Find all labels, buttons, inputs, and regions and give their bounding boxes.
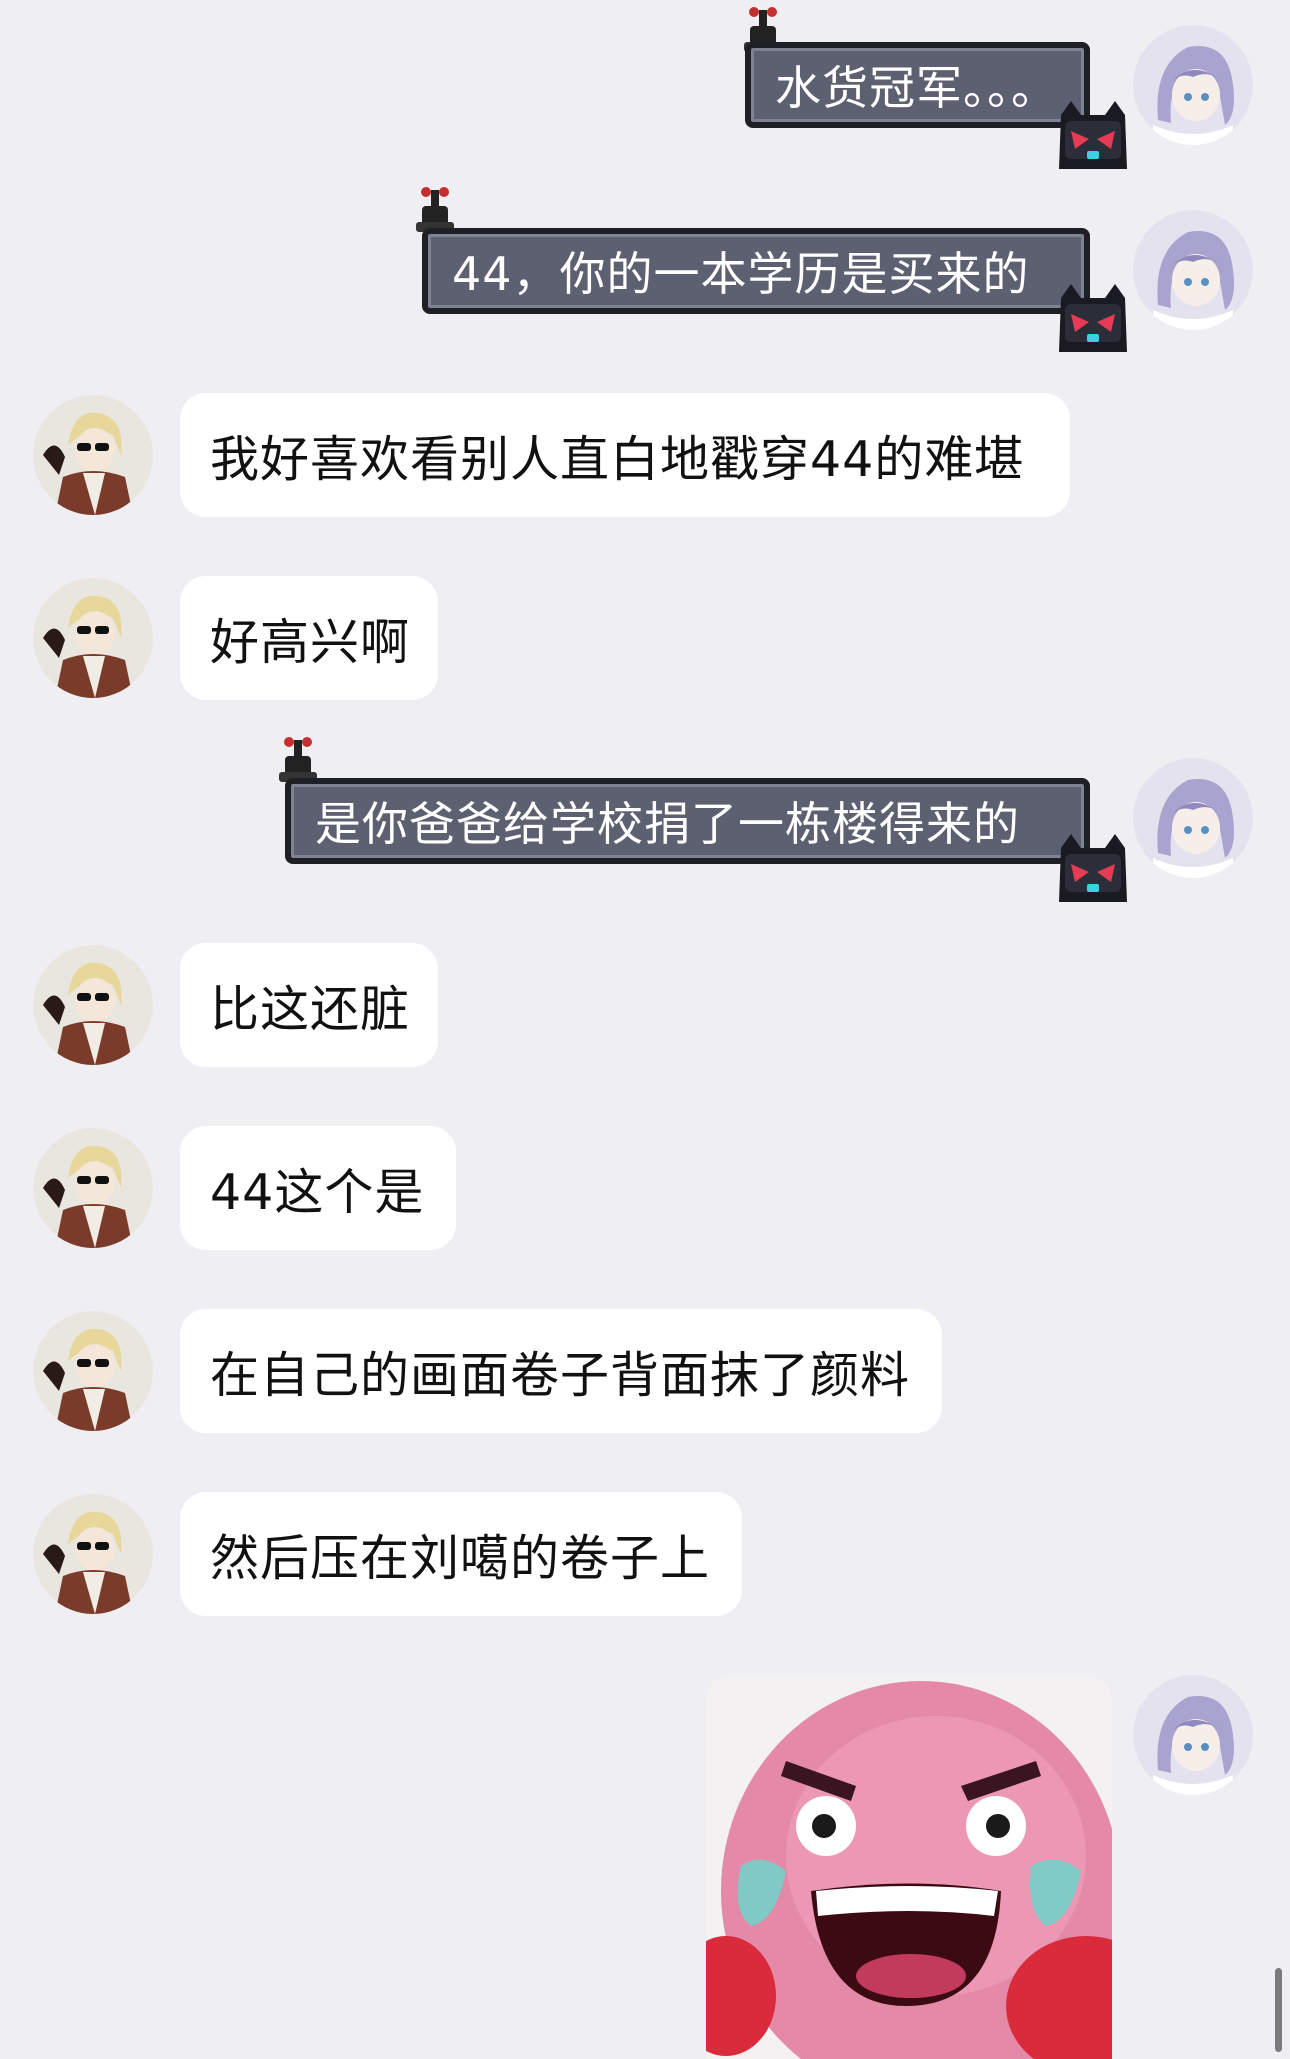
message-text: 比这还脏 <box>210 980 411 1038</box>
message-bubble-dark[interactable]: 水货冠军。。。 <box>745 42 1090 128</box>
message-bubble[interactable]: 在自己的画面卷子背面抹了颜料 <box>180 1309 942 1433</box>
self-avatar[interactable] <box>1133 25 1253 145</box>
contact-avatar[interactable] <box>33 395 153 515</box>
message-bubble[interactable]: 44这个是 <box>180 1126 456 1250</box>
contact-avatar[interactable] <box>33 578 153 698</box>
blond-man-sunglasses-avatar-icon <box>33 945 153 1065</box>
anime-girl-avatar-icon <box>1133 1675 1253 1795</box>
contact-avatar[interactable] <box>33 1128 153 1248</box>
robot-cat-decoration-icon <box>1053 828 1133 908</box>
robot-cat-decoration-icon <box>1053 278 1133 358</box>
blond-man-sunglasses-avatar-icon <box>33 578 153 698</box>
self-avatar[interactable] <box>1133 758 1253 878</box>
message-text: 我好喜欢看别人直白地戳穿44的难堪 <box>210 430 1025 488</box>
pink-angry-crying-face-sticker-icon <box>706 1676 1112 2059</box>
anime-girl-avatar-icon <box>1133 758 1253 878</box>
message-text: 好高兴啊 <box>210 613 411 671</box>
anime-girl-avatar-icon <box>1133 25 1253 145</box>
message-text: 然后压在刘噶的卷子上 <box>210 1529 711 1587</box>
message-bubble-dark[interactable]: 44，你的一本学历是买来的 <box>422 228 1090 314</box>
message-text: 在自己的画面卷子背面抹了颜料 <box>210 1346 911 1404</box>
message-bubble-dark[interactable]: 是你爸爸给学校捐了一栋楼得来的 <box>285 778 1090 864</box>
self-avatar[interactable] <box>1133 210 1253 330</box>
message-bubble[interactable]: 我好喜欢看别人直白地戳穿44的难堪 <box>180 393 1070 517</box>
contact-avatar[interactable] <box>33 1494 153 1614</box>
contact-avatar[interactable] <box>33 945 153 1065</box>
message-bubble[interactable]: 好高兴啊 <box>180 576 438 700</box>
message-bubble[interactable]: 比这还脏 <box>180 943 438 1067</box>
message-text: 44这个是 <box>210 1163 425 1221</box>
message-text: 水货冠军。。。 <box>775 61 1058 115</box>
scrollbar-thumb[interactable] <box>1275 1968 1282 2052</box>
blond-man-sunglasses-avatar-icon <box>33 1311 153 1431</box>
blond-man-sunglasses-avatar-icon <box>33 1494 153 1614</box>
robot-cat-decoration-icon <box>1053 95 1133 175</box>
anime-girl-avatar-icon <box>1133 210 1253 330</box>
message-text: 44，你的一本学历是买来的 <box>452 247 1030 301</box>
message-text: 是你爸爸给学校捐了一栋楼得来的 <box>315 797 1020 851</box>
blond-man-sunglasses-avatar-icon <box>33 1128 153 1248</box>
blond-man-sunglasses-avatar-icon <box>33 395 153 515</box>
sticker-image[interactable] <box>706 1676 1112 2059</box>
self-avatar[interactable] <box>1133 1675 1253 1795</box>
contact-avatar[interactable] <box>33 1311 153 1431</box>
message-bubble[interactable]: 然后压在刘噶的卷子上 <box>180 1492 742 1616</box>
